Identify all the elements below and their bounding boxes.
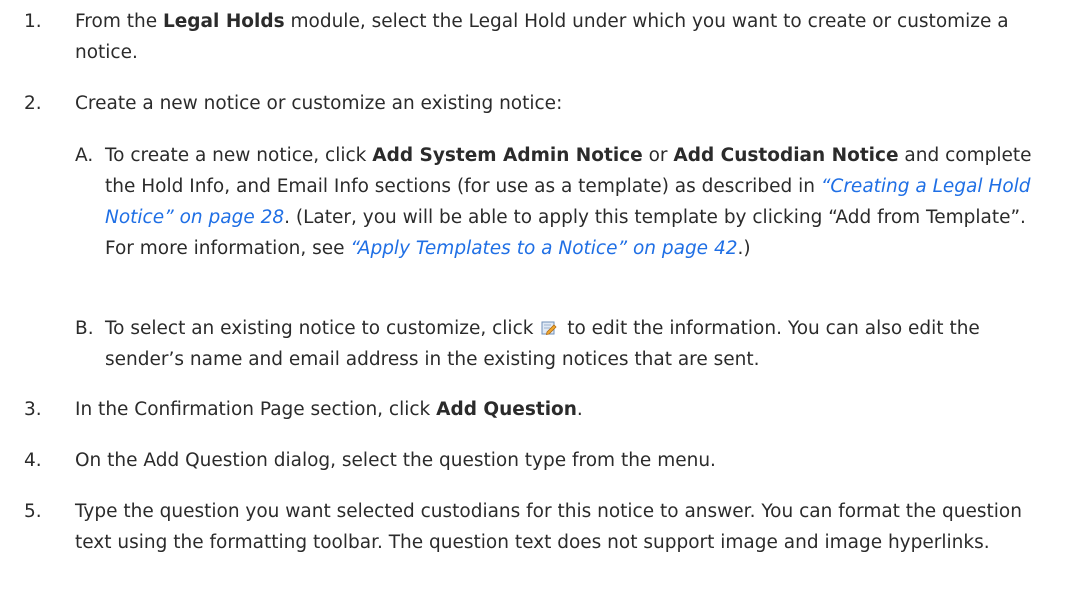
apply-templates-link[interactable]: “Apply Templates to a Notice” on page 42 (350, 238, 737, 259)
step-text: Type the question you want selected cust… (75, 501, 1022, 553)
substep-letter: B. (75, 318, 94, 339)
document-page: 1. From the Legal Holds module, select t… (0, 0, 1065, 595)
step-text: In the Confirmation Page section, click … (75, 399, 583, 420)
legal-holds-module-label: Legal Holds (162, 11, 285, 32)
add-custodian-notice-label: Add Custodian Notice (673, 145, 899, 166)
step-text: From the Legal Holds module, select the … (75, 11, 1009, 63)
step-number: 5. (24, 501, 42, 522)
add-question-label: Add Question (436, 399, 577, 420)
step-text: On the Add Question dialog, select the q… (75, 450, 716, 471)
step-number: 1. (24, 11, 42, 32)
substep-letter: A. (75, 145, 94, 166)
step-number: 2. (24, 93, 42, 114)
add-system-admin-notice-label: Add System Admin Notice (372, 145, 643, 166)
step-number: 3. (24, 399, 42, 420)
substep-text: To create a new notice, click Add System… (105, 145, 1032, 259)
substep-text: To select an existing notice to customiz… (105, 318, 980, 370)
step-text: Create a new notice or customize an exis… (75, 93, 563, 114)
edit-icon[interactable] (541, 320, 557, 336)
step-number: 4. (24, 450, 42, 471)
